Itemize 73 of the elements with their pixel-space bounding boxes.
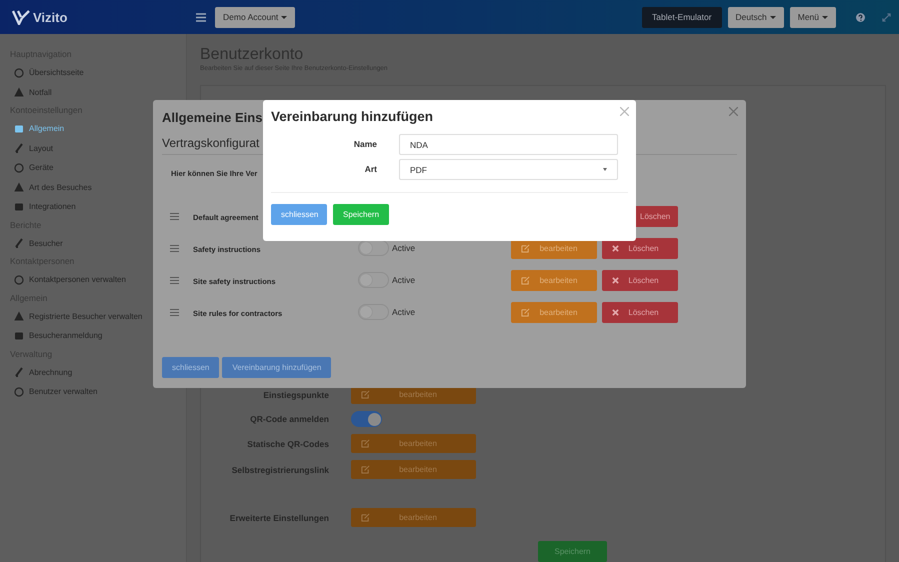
nav-icon xyxy=(14,386,24,397)
drag-handle-icon[interactable] xyxy=(170,308,179,316)
toggle-switch[interactable] xyxy=(358,240,389,256)
sidebar-item[interactable]: Notfall xyxy=(10,82,186,102)
nav-icon xyxy=(14,311,24,322)
sidebar-item[interactable]: Kontaktpersonen verwalten xyxy=(10,270,186,290)
account-dropdown[interactable]: Demo Account xyxy=(215,6,296,28)
status-label: Active xyxy=(392,307,416,317)
menu-icon[interactable] xyxy=(196,12,206,22)
delete-button[interactable]: Löschen xyxy=(602,238,678,258)
edit-button[interactable]: bearbeiten xyxy=(351,434,476,453)
nav-icon xyxy=(14,143,24,154)
dialog-title: Allgemeine Eins xyxy=(162,109,262,127)
edit-icon xyxy=(521,276,530,284)
dropdown-button[interactable]: Menü xyxy=(790,6,836,28)
status-label: Active xyxy=(392,243,416,253)
nav-icon xyxy=(14,330,24,341)
close-icon xyxy=(612,276,619,284)
type-select[interactable]: PDF xyxy=(399,159,618,180)
edit-button[interactable]: bearbeiten xyxy=(511,302,597,322)
close-icon[interactable] xyxy=(729,107,738,116)
nav-icon xyxy=(14,238,24,248)
edit-icon xyxy=(361,513,370,522)
dialog-button[interactable]: Vereinbarung hinzufügen xyxy=(222,357,332,378)
edit-button[interactable]: bearbeiten xyxy=(351,508,476,527)
sidebar-item[interactable]: Benutzer verwalten xyxy=(10,382,186,402)
edit-icon xyxy=(521,308,530,316)
sidebar-item[interactable]: Übersichtsseite xyxy=(10,63,186,82)
nav-icon xyxy=(14,182,24,192)
drag-handle-icon[interactable] xyxy=(170,244,179,252)
help-icon[interactable] xyxy=(856,12,865,22)
field-label: Art xyxy=(364,163,377,174)
edit-icon xyxy=(361,390,370,399)
field-label: Name xyxy=(352,138,377,149)
close-button[interactable]: schliessen xyxy=(271,204,327,225)
edit-icon xyxy=(361,439,370,448)
dropdown-button[interactable]: Deutsch xyxy=(728,6,784,28)
delete-button[interactable]: Löschen xyxy=(602,302,678,322)
toggle-switch[interactable] xyxy=(358,272,389,288)
close-icon xyxy=(612,244,619,252)
edit-button[interactable]: bearbeiten xyxy=(351,460,476,479)
close-icon[interactable] xyxy=(620,107,629,116)
delete-button[interactable]: Löschen xyxy=(602,270,678,290)
status-label: Active xyxy=(392,275,416,285)
emulator-button[interactable]: Tablet-Emulator xyxy=(642,6,722,28)
sidebar-item[interactable]: Integrationen xyxy=(10,197,186,216)
nav-icon xyxy=(14,68,24,78)
save-button[interactable]: Speichern xyxy=(538,541,607,562)
drag-handle-icon[interactable] xyxy=(170,212,179,220)
sidebar-item[interactable]: Besucher xyxy=(10,234,186,253)
dialog-title: Vereinbarung hinzufügen xyxy=(271,109,434,124)
edit-icon xyxy=(361,465,370,474)
sidebar-item[interactable]: Registrierte Besucher verwalten xyxy=(10,306,186,326)
toggle-switch[interactable] xyxy=(351,411,382,427)
edit-icon xyxy=(521,244,530,252)
nav-icon xyxy=(14,87,24,98)
close-icon xyxy=(612,308,619,316)
nav-icon xyxy=(14,162,24,173)
sidebar-item[interactable]: Art des Besuches xyxy=(10,178,186,197)
sidebar-item[interactable]: Besucheranmeldung xyxy=(10,326,186,346)
nav-icon xyxy=(14,367,24,378)
nav-icon xyxy=(14,202,24,212)
drag-handle-icon[interactable] xyxy=(170,276,179,284)
logo-text: Vizito xyxy=(33,10,68,24)
expand-icon[interactable] xyxy=(882,12,891,22)
logo-icon xyxy=(12,10,30,24)
save-button[interactable]: Speichern xyxy=(333,204,389,225)
nav-icon xyxy=(14,124,24,134)
name-input[interactable]: NDA xyxy=(399,134,618,155)
nav-icon xyxy=(14,274,24,285)
edit-button[interactable]: bearbeiten xyxy=(511,270,597,290)
dialog-button[interactable]: schliessen xyxy=(162,357,220,378)
toggle-switch[interactable] xyxy=(358,304,389,320)
